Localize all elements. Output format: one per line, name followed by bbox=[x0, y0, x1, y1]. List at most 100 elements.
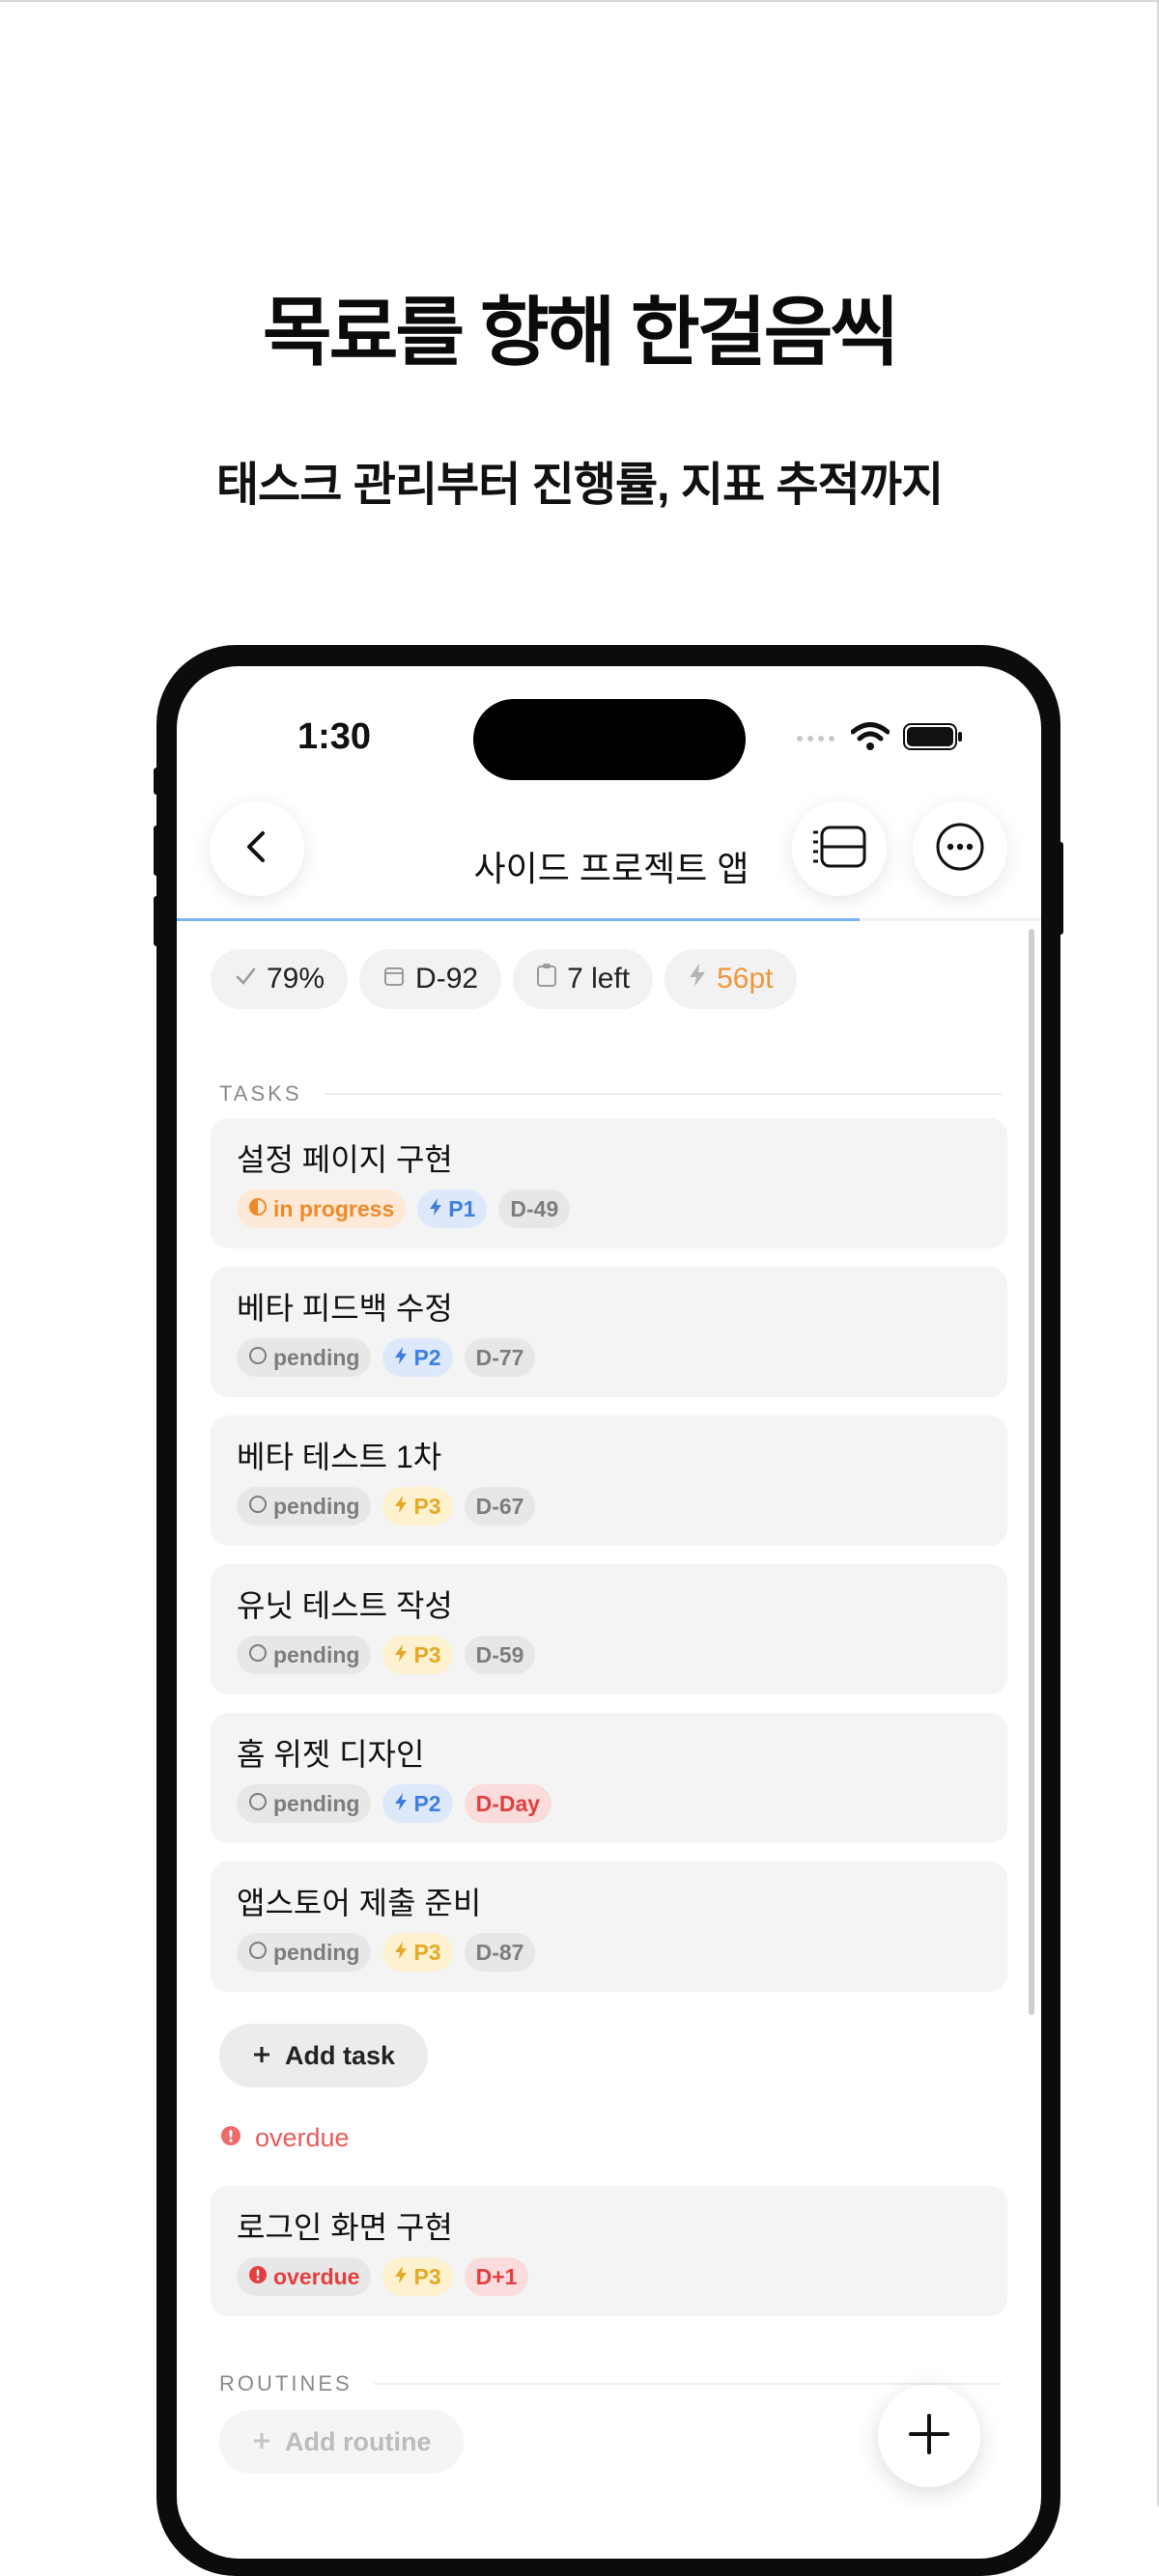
status-badge-label: pending bbox=[273, 1493, 360, 1519]
status-badge: pending bbox=[237, 1338, 372, 1377]
status-time: 1:30 bbox=[297, 716, 372, 757]
add-routine-button[interactable]: Add routine bbox=[219, 2410, 465, 2474]
task-title: 설정 페이지 구현 bbox=[237, 1142, 453, 1177]
bolt-icon bbox=[394, 1345, 408, 1371]
priority-badge: P3 bbox=[382, 1487, 453, 1526]
progress-chip-label: 79% bbox=[267, 963, 325, 994]
plus-icon bbox=[908, 2413, 950, 2460]
status-badge-label: pending bbox=[273, 1939, 360, 1965]
priority-badge-label: P2 bbox=[413, 1790, 441, 1816]
chevron-left-icon bbox=[238, 827, 276, 871]
empty-circle-icon bbox=[248, 1494, 268, 1520]
task-card[interactable]: 홈 위젯 디자인 pending P2 D-Day bbox=[211, 1713, 1007, 1843]
due-badge: D-77 bbox=[464, 1338, 536, 1377]
due-badge: D-49 bbox=[498, 1190, 571, 1228]
plus-icon bbox=[252, 2041, 271, 2071]
tasks-section-header: TASKS bbox=[219, 1081, 1002, 1106]
points-chip: 56pt bbox=[664, 949, 797, 1009]
priority-badge-label: P2 bbox=[413, 1344, 441, 1370]
wifi-icon bbox=[850, 722, 890, 756]
list-view-button[interactable] bbox=[792, 801, 887, 896]
status-badge: pending bbox=[237, 1933, 372, 1972]
overdue-task-card[interactable]: 로그인 화면 구현 overdue P3 D+1 bbox=[211, 2186, 1007, 2316]
empty-circle-icon bbox=[248, 1345, 268, 1371]
bolt-icon bbox=[429, 1196, 442, 1222]
task-card[interactable]: 베타 피드백 수정 pending P2 D-77 bbox=[211, 1267, 1007, 1397]
add-task-label: Add task bbox=[285, 2040, 396, 2070]
task-title: 베타 테스트 1차 bbox=[237, 1440, 442, 1474]
status-badge: pending bbox=[237, 1636, 372, 1674]
progress-bar-fill bbox=[177, 918, 861, 921]
project-progress-bar bbox=[177, 918, 1041, 921]
overdue-section-label: overdue bbox=[255, 2123, 350, 2152]
tasks-section-label: TASKS bbox=[219, 1081, 302, 1106]
deadline-chip: D-92 bbox=[359, 949, 502, 1009]
clipboard-icon bbox=[536, 963, 557, 995]
check-icon bbox=[234, 963, 257, 995]
bolt-icon bbox=[394, 1494, 408, 1520]
due-badge: D-87 bbox=[464, 1933, 536, 1972]
page-title: 사이드 프로젝트 앱 bbox=[473, 849, 749, 888]
task-title: 앱스토어 제출 준비 bbox=[237, 1886, 482, 1920]
task-card[interactable]: 앱스토어 제출 준비 pending P3 D-87 bbox=[211, 1862, 1007, 1992]
remaining-chip: 7 left bbox=[513, 949, 654, 1009]
points-chip-label: 56pt bbox=[717, 963, 774, 994]
due-badge: D-67 bbox=[464, 1487, 536, 1526]
priority-badge: P1 bbox=[417, 1190, 488, 1228]
section-divider bbox=[373, 2383, 1002, 2385]
due-badge: D-Day bbox=[464, 1784, 552, 1823]
routines-section-label: ROUTINES bbox=[219, 2371, 353, 2395]
back-button[interactable] bbox=[210, 801, 304, 896]
deadline-chip-label: D-92 bbox=[415, 963, 479, 994]
routines-section-header: ROUTINES bbox=[219, 2371, 1002, 2396]
list-icon bbox=[812, 825, 866, 874]
alert-icon bbox=[220, 2123, 241, 2153]
scrollbar[interactable] bbox=[1029, 929, 1034, 2015]
status-badge-label: pending bbox=[273, 1641, 360, 1667]
task-title: 홈 위젯 디자인 bbox=[237, 1737, 425, 1772]
status-badge: overdue bbox=[237, 2257, 372, 2296]
priority-badge: P3 bbox=[382, 1933, 453, 1972]
bolt-icon bbox=[394, 1940, 408, 1966]
due-badge: D+1 bbox=[464, 2257, 529, 2296]
add-task-button[interactable]: Add task bbox=[219, 2024, 429, 2087]
status-badge-label: overdue bbox=[273, 2263, 360, 2289]
task-card[interactable]: 유닛 테스트 작성 pending P3 D-59 bbox=[211, 1564, 1007, 1694]
task-title: 유닛 테스트 작성 bbox=[237, 1588, 453, 1623]
overdue-section-header: overdue bbox=[220, 2123, 350, 2153]
bolt-icon bbox=[394, 1791, 408, 1817]
phone-screen: 1:30 사이드 프로젝트 앱 79% D-92 7 left 56pt TAS… bbox=[177, 666, 1041, 2559]
task-title: 베타 피드백 수정 bbox=[237, 1291, 453, 1326]
floating-add-button[interactable] bbox=[878, 2385, 980, 2487]
priority-badge: P3 bbox=[382, 2257, 453, 2296]
alert-icon bbox=[248, 2264, 268, 2290]
priority-badge: P2 bbox=[382, 1784, 453, 1823]
battery-icon bbox=[903, 722, 963, 756]
section-divider bbox=[323, 1093, 1002, 1095]
more-options-button[interactable] bbox=[913, 801, 1007, 896]
bolt-icon bbox=[394, 1642, 408, 1668]
task-card[interactable]: 베타 테스트 1차 pending P3 D-67 bbox=[211, 1415, 1007, 1546]
remaining-chip-label: 7 left bbox=[567, 963, 631, 994]
due-badge: D-59 bbox=[464, 1636, 536, 1674]
task-title: 로그인 화면 구현 bbox=[237, 2210, 453, 2245]
priority-badge-label: P3 bbox=[413, 2263, 441, 2289]
priority-badge-label: P3 bbox=[413, 1939, 441, 1965]
promo-subheadline: 태스크 관리부터 진행률, 지표 추적까지 bbox=[215, 460, 944, 511]
bolt-icon bbox=[688, 963, 707, 995]
calendar-icon bbox=[382, 963, 406, 995]
status-badge: pending bbox=[237, 1784, 372, 1823]
priority-badge: P2 bbox=[382, 1338, 453, 1377]
priority-badge: P3 bbox=[382, 1636, 453, 1674]
empty-circle-icon bbox=[248, 1642, 268, 1668]
dynamic-island bbox=[473, 699, 746, 780]
status-badge-label: in progress bbox=[273, 1195, 395, 1221]
priority-badge-label: P3 bbox=[413, 1641, 441, 1667]
priority-badge-label: P3 bbox=[413, 1493, 441, 1519]
top-border bbox=[0, 0, 1159, 2]
ellipsis-icon bbox=[935, 822, 985, 877]
task-card[interactable]: 설정 페이지 구현 in progress P1 D-49 bbox=[211, 1118, 1007, 1248]
priority-badge-label: P1 bbox=[448, 1195, 476, 1221]
progress-chip: 79% bbox=[211, 949, 349, 1009]
status-badge-label: pending bbox=[273, 1344, 360, 1370]
